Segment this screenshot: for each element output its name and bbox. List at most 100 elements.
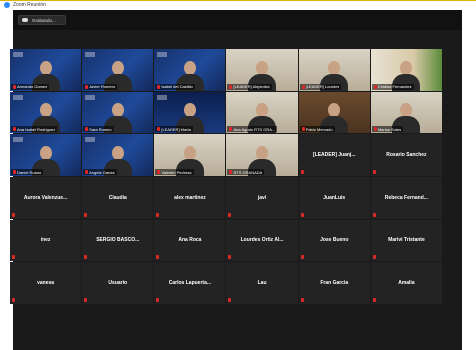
participant-caption: Valentin Pedrosa [155,169,194,175]
participant-name: [LEADER] Lourdes [305,84,340,90]
participant-tile[interactable]: Lourdes Ortiz Al... [226,219,298,262]
participant-caption: [LEADER] Marta [155,126,193,133]
mic-muted-icon [372,298,376,302]
participant-name: Marivi Tristante [388,237,425,244]
participant-tile[interactable]: Claudia [82,177,154,219]
participant-tile[interactable]: Angela Garcia [82,134,154,176]
participant-tile[interactable]: Ana Isabel Rodriguez [10,91,82,134]
participant-tile[interactable]: Marisa Sotes [370,91,442,134]
mic-muted-icon [84,298,88,302]
participant-tile[interactable]: Javier Romero [82,49,154,91]
participant-tile[interactable]: [LEADER] Juanj... [298,134,370,176]
participant-name: Rosario Sanchez [386,152,427,159]
participant-caption: Ana Agudo RTS GRA... [227,126,278,133]
participant-caption: Javier Romero [83,83,118,90]
participant-name: Isabel del Castillo [161,84,193,90]
mic-muted-icon [12,212,15,217]
backdrop-logo [85,137,96,143]
participant-tile[interactable]: alex martinez [154,177,226,219]
mic-muted-icon [372,255,376,260]
mic-muted-icon [300,212,304,217]
participant-caption: Cristina Fernandez [371,83,414,90]
participant-name: inez [40,237,51,244]
mic-muted-icon [156,298,160,302]
participant-name: Marisa Sotes [377,126,402,132]
mic-muted-icon [157,127,161,132]
participant-tile[interactable]: [LEADER] Lourdes [298,49,370,91]
mic-muted-icon [157,170,161,174]
participant-tile[interactable]: Armando Gomez [10,49,82,91]
participant-tile[interactable]: [LEADER] Alejandra [226,49,298,91]
participant-name: [LEADER] Marta [161,126,191,132]
participant-tile[interactable]: JuanLuis [298,177,370,219]
participant-tile[interactable]: Daniel Ruano [10,134,82,176]
mic-muted-icon [84,255,88,260]
participant-tile[interactable]: javi [226,177,298,219]
mic-muted-icon [228,212,232,217]
meeting-topbar: Grabando... [13,10,462,30]
participant-name: Armando Gomez [17,84,48,90]
participant-name: Daniel Ruano [17,169,42,175]
backdrop-logo [13,94,23,100]
participant-tile[interactable]: [LEADER] Marta [154,91,226,134]
participant-name: Javier Romero [89,84,116,90]
mic-muted-icon [84,212,88,217]
participant-tile[interactable]: Amalia [370,262,442,304]
participant-tile[interactable]: Ana Roca [154,219,226,262]
participant-caption: [LEADER] Alejandra [227,83,272,90]
participant-name: RTS GRANADA [233,169,263,175]
participant-name: SERGIO BASCO... [96,237,140,244]
participant-caption: Daniel Ruano [11,169,44,175]
gallery-view: Armando Gomez Javier Romero Isabel del C… [10,49,442,304]
participant-name: javi [257,194,267,201]
participant-tile[interactable]: Isabel del Castillo [154,49,226,91]
participant-tile[interactable]: Fran Garcia [298,262,370,304]
mic-muted-icon [229,84,233,89]
recording-indicator[interactable]: Grabando... [18,15,66,25]
participant-tile[interactable]: SERGIO BASCO... [82,219,154,262]
backdrop-logo [157,94,168,100]
mic-muted-icon [229,127,233,132]
participant-tile[interactable]: Marivi Tristante [370,219,442,262]
participant-caption: Marisa Sotes [371,126,404,133]
participant-caption: Sara Romeo [83,126,114,133]
backdrop-logo [85,52,96,57]
participant-name: Valentin Pedrosa [161,169,192,175]
mic-muted-icon [373,127,377,132]
participant-tile[interactable]: Jose Bueno [298,219,370,262]
participant-tile[interactable]: Pablo Mercado [298,91,370,134]
participant-tile[interactable]: vanesa [10,262,82,304]
participant-tile[interactable]: Usuario [82,262,154,304]
participant-caption: Pablo Mercado [299,126,335,133]
participant-tile[interactable]: Valentin Pedrosa [154,134,226,176]
participant-tile[interactable]: Aurora Valenzue... [10,177,82,219]
participant-tile[interactable]: Lau [226,262,298,304]
participant-tile[interactable]: RTS GRANADA [226,134,298,176]
participant-name: Ana Isabel Rodriguez [17,126,56,132]
backdrop-logo [85,94,96,100]
participant-tile[interactable]: Carlos Lapuerta... [154,262,226,304]
mic-muted-icon [13,84,16,89]
participant-name: Rebeca Fernand... [384,194,428,201]
participant-name: vanesa [37,280,55,287]
participant-tile[interactable]: Sara Romeo [82,91,154,134]
backdrop-logo [157,52,168,57]
participant-name: [LEADER] Juanj... [312,152,356,159]
zoom-logo-icon [4,2,10,8]
mic-muted-icon [301,84,305,89]
participant-name: Lourdes Ortiz Al... [240,237,284,244]
participant-name: Ana Agudo RTS GRA... [233,126,276,132]
participant-name: [LEADER] Alejandra [233,84,270,90]
participant-name: Lau [257,280,267,287]
participant-tile[interactable]: Rosario Sanchez [370,134,442,176]
participant-tile[interactable]: Rebeca Fernand... [370,177,442,219]
participant-caption: Angela Garcia [83,169,117,175]
mic-muted-icon [372,170,376,174]
participant-tile[interactable]: Ana Agudo RTS GRA... [226,91,298,134]
participant-name: Claudia [108,194,127,201]
participant-tile[interactable]: Cristina Fernandez [370,49,442,91]
participant-tile[interactable]: inez [10,219,82,262]
mic-muted-icon [300,298,304,302]
participant-name: Jose Bueno [320,237,349,244]
recording-label: Grabando... [32,17,56,23]
